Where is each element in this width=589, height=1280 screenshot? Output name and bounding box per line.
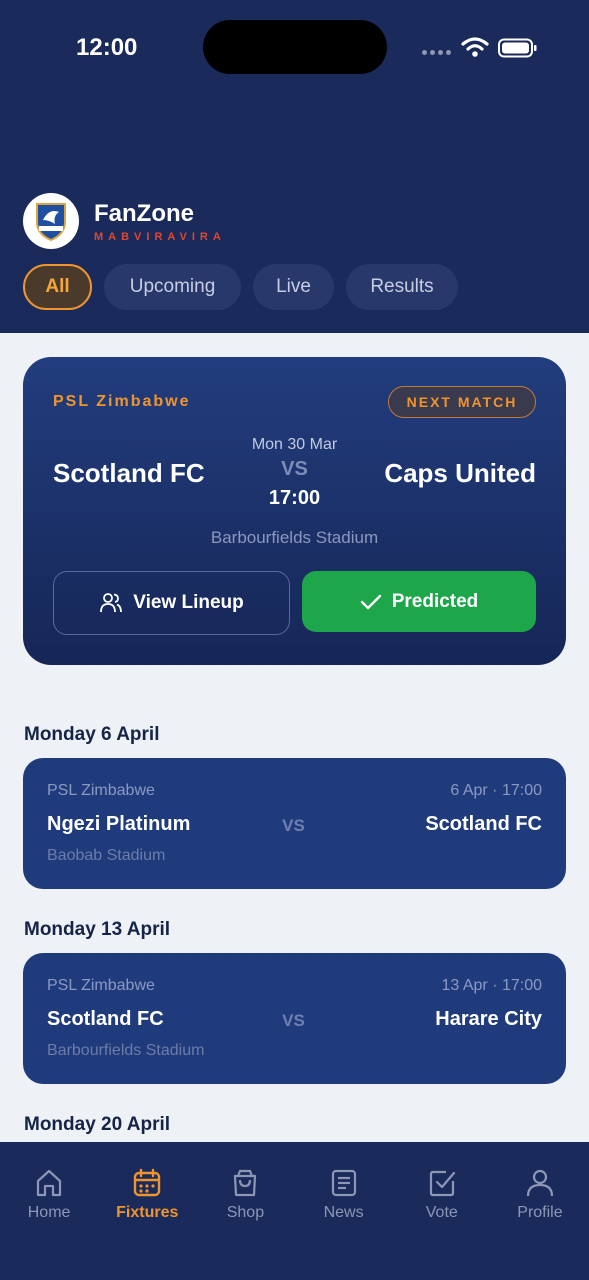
nav-fixtures[interactable]: Fixtures — [98, 1142, 196, 1280]
nav-label: Home — [27, 1204, 71, 1221]
nav-vote[interactable]: Vote — [393, 1142, 491, 1280]
date-heading: Monday 13 April — [24, 919, 171, 940]
status-icons — [420, 34, 550, 60]
next-match-badge: NEXT MATCH — [388, 386, 536, 418]
predicted-label: Predicted — [391, 590, 479, 612]
nav-profile[interactable]: Profile — [491, 1142, 589, 1280]
fixture-datetime: 6 Apr · 17:00 — [450, 782, 542, 799]
fixture-card[interactable]: PSL Zimbabwe 6 Apr · 17:00 Ngezi Platinu… — [23, 758, 566, 889]
nav-home[interactable]: Home — [0, 1142, 98, 1280]
next-match-card[interactable]: PSL Zimbabwe NEXT MATCH Mon 30 Mar Scotl… — [23, 357, 566, 665]
tab-results[interactable]: Results — [346, 264, 458, 310]
nav-label: Vote — [425, 1204, 458, 1221]
news-icon — [331, 1169, 356, 1197]
nav-news[interactable]: News — [295, 1142, 393, 1280]
cellular-signal-icon — [422, 50, 452, 56]
date-heading: Monday 6 April — [24, 724, 160, 745]
predicted-button[interactable]: Predicted — [302, 571, 536, 632]
bottom-navigation: Home Fixtures Shop News Vote Profile — [0, 1142, 589, 1280]
battery-icon — [498, 38, 537, 58]
fixture-away-team: Harare City — [435, 1008, 542, 1030]
nav-label: Profile — [517, 1204, 563, 1221]
fixture-datetime: 13 Apr · 17:00 — [441, 977, 542, 994]
nav-shop[interactable]: Shop — [196, 1142, 294, 1280]
vote-checkbox-icon — [429, 1170, 455, 1197]
calendar-icon — [134, 1168, 161, 1197]
tab-all[interactable]: All — [23, 264, 92, 310]
user-icon — [526, 1169, 554, 1197]
users-icon — [99, 592, 123, 614]
fixture-away-team: Scotland FC — [425, 813, 542, 835]
app-subtitle: MABVIRAVIRA — [94, 231, 226, 243]
fixture-venue: Baobab Stadium — [47, 847, 166, 864]
nav-label: Fixtures — [116, 1204, 179, 1221]
date-heading: Monday 20 April — [24, 1114, 171, 1135]
tab-live[interactable]: Live — [253, 264, 334, 310]
fixture-league: PSL Zimbabwe — [47, 977, 155, 994]
app-name: FanZone — [94, 200, 194, 227]
fixture-venue: Barbourfields Stadium — [47, 1042, 205, 1059]
match-venue: Barbourfields Stadium — [210, 528, 379, 547]
header-panel: 12:00 FanZone MABVIRAVIRA All Upcoming L… — [0, 0, 589, 333]
nav-label: News — [323, 1204, 364, 1221]
fixture-league: PSL Zimbabwe — [47, 782, 155, 799]
status-time: 12:00 — [76, 34, 138, 61]
match-date: Mon 30 Mar — [251, 436, 338, 453]
nav-label: Shop — [226, 1204, 265, 1221]
crest-emblem-icon — [36, 203, 66, 242]
away-team: Caps United — [384, 458, 536, 488]
dynamic-island — [203, 20, 387, 74]
club-crest-logo — [23, 193, 79, 249]
tab-upcoming[interactable]: Upcoming — [104, 264, 241, 310]
match-league: PSL Zimbabwe — [53, 393, 191, 410]
home-icon — [36, 1169, 62, 1197]
view-lineup-button[interactable]: View Lineup — [53, 571, 290, 635]
match-time: 17:00 — [268, 487, 321, 509]
view-lineup-label: View Lineup — [133, 592, 244, 613]
shopping-bag-icon — [234, 1169, 257, 1197]
checkmark-icon — [360, 593, 382, 611]
wifi-icon — [461, 37, 489, 57]
filter-tabs: All Upcoming Live Results — [23, 264, 470, 310]
fixture-card[interactable]: PSL Zimbabwe 13 Apr · 17:00 Scotland FC … — [23, 953, 566, 1084]
